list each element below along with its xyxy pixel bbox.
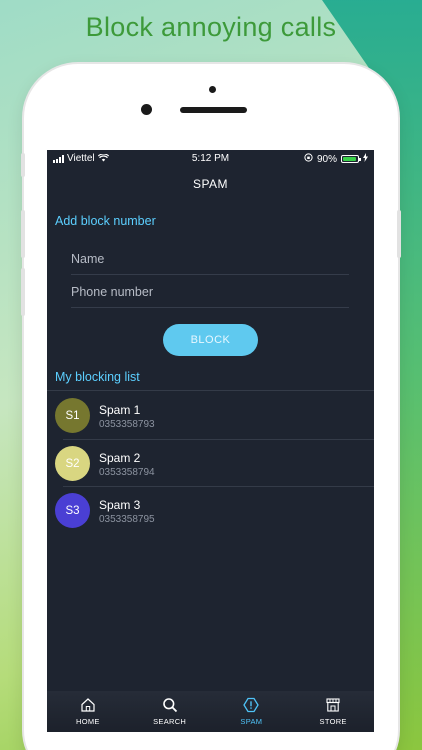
phone-speaker — [180, 107, 247, 113]
list-item[interactable]: S2 Spam 2 0353358794 — [47, 440, 374, 487]
phone-volume-down — [21, 268, 25, 316]
phone-sensor — [209, 86, 216, 93]
contact-number: 0353358793 — [99, 419, 155, 430]
orientation-lock-icon — [304, 153, 313, 165]
contact-name: Spam 1 — [99, 403, 141, 417]
tab-label: SEARCH — [153, 717, 187, 726]
phone-front-camera — [141, 104, 152, 115]
charging-icon — [363, 153, 368, 165]
status-bar: Viettel 5:12 PM 90% — [47, 150, 374, 167]
contact-name: Spam 2 — [99, 451, 141, 465]
contact-number: 0353358794 — [99, 467, 155, 478]
name-input[interactable]: Name — [71, 244, 349, 275]
battery-icon — [341, 155, 361, 163]
contact-number: 0353358795 — [99, 514, 155, 525]
contact-name: Spam 3 — [99, 498, 141, 512]
phone-number-input[interactable]: Phone number — [71, 277, 349, 308]
phone-side-button — [21, 153, 25, 177]
avatar: S2 — [55, 446, 90, 481]
status-right: 90% — [304, 153, 368, 165]
tab-bar: HOME SEARCH SPAM STORE — [47, 691, 374, 732]
avatar: S1 — [55, 398, 90, 433]
promo-headline: Block annoying calls — [85, 12, 337, 42]
phone-volume-up — [21, 210, 25, 258]
avatar: S3 — [55, 493, 90, 528]
add-block-title: Add block number — [55, 214, 156, 228]
tab-label: STORE — [319, 717, 347, 726]
tab-label: HOME — [76, 717, 100, 726]
list-divider — [47, 390, 374, 391]
battery-percent: 90% — [316, 153, 337, 165]
tab-search[interactable]: SEARCH — [129, 691, 211, 732]
search-icon — [162, 698, 177, 713]
tab-label: SPAM — [240, 717, 263, 726]
spam-shield-icon — [243, 697, 260, 713]
blocking-list-title: My blocking list — [55, 370, 140, 384]
tab-home[interactable]: HOME — [47, 691, 129, 732]
app-screen: Viettel 5:12 PM 90% SPAM Add block numbe… — [47, 150, 374, 732]
store-icon — [326, 698, 340, 712]
phone-power-button — [397, 210, 401, 258]
block-button[interactable]: BLOCK — [163, 324, 258, 356]
list-item[interactable]: S3 Spam 3 0353358795 — [47, 487, 374, 534]
home-icon — [81, 698, 95, 712]
tab-spam[interactable]: SPAM — [211, 691, 293, 732]
list-item[interactable]: S1 Spam 1 0353358793 — [47, 392, 374, 439]
page-title: SPAM — [192, 177, 229, 191]
tab-store[interactable]: STORE — [292, 691, 374, 732]
